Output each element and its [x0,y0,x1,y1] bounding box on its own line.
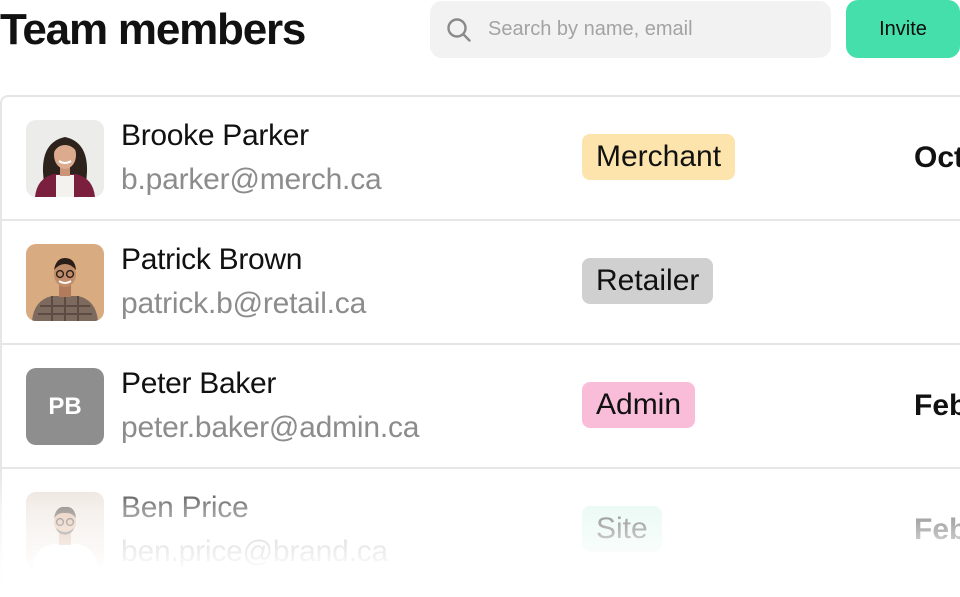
member-name: Peter Baker [121,367,277,400]
role-badge: Retailer [582,258,714,304]
role-badge: Admin [582,382,696,428]
member-email: peter.baker@admin.ca [121,411,420,444]
avatar [26,120,104,197]
page-title: Team members [0,5,306,54]
table-row[interactable]: Patrick Brown patrick.b@retail.ca Retail… [2,219,960,345]
members-table: Brooke Parker b.parker@merch.ca Merchant… [0,95,960,597]
table-row[interactable]: Brooke Parker b.parker@merch.ca Merchant… [2,97,960,221]
search-input[interactable] [488,1,818,58]
member-date: Feb [914,389,960,422]
avatar [26,492,104,569]
avatar-initials: PB [26,368,104,445]
member-email: ben.price@brand.ca [121,535,389,568]
search-icon [447,18,471,42]
member-name: Patrick Brown [121,243,303,276]
table-row[interactable]: Ben Price ben.price@brand.ca Site Feb [2,467,960,593]
member-date: Feb [914,513,960,546]
invite-button[interactable]: Invite [846,0,960,58]
table-row[interactable]: PB Peter Baker peter.baker@admin.ca Admi… [2,343,960,469]
member-name: Ben Price [121,491,249,524]
role-badge: Site [582,506,662,552]
member-email: b.parker@merch.ca [121,163,382,196]
role-badge: Merchant [582,134,736,180]
member-email: patrick.b@retail.ca [121,287,367,320]
member-name: Brooke Parker [121,119,309,152]
avatar [26,244,104,321]
member-date: Oct [914,141,960,174]
search-box[interactable] [430,1,831,58]
